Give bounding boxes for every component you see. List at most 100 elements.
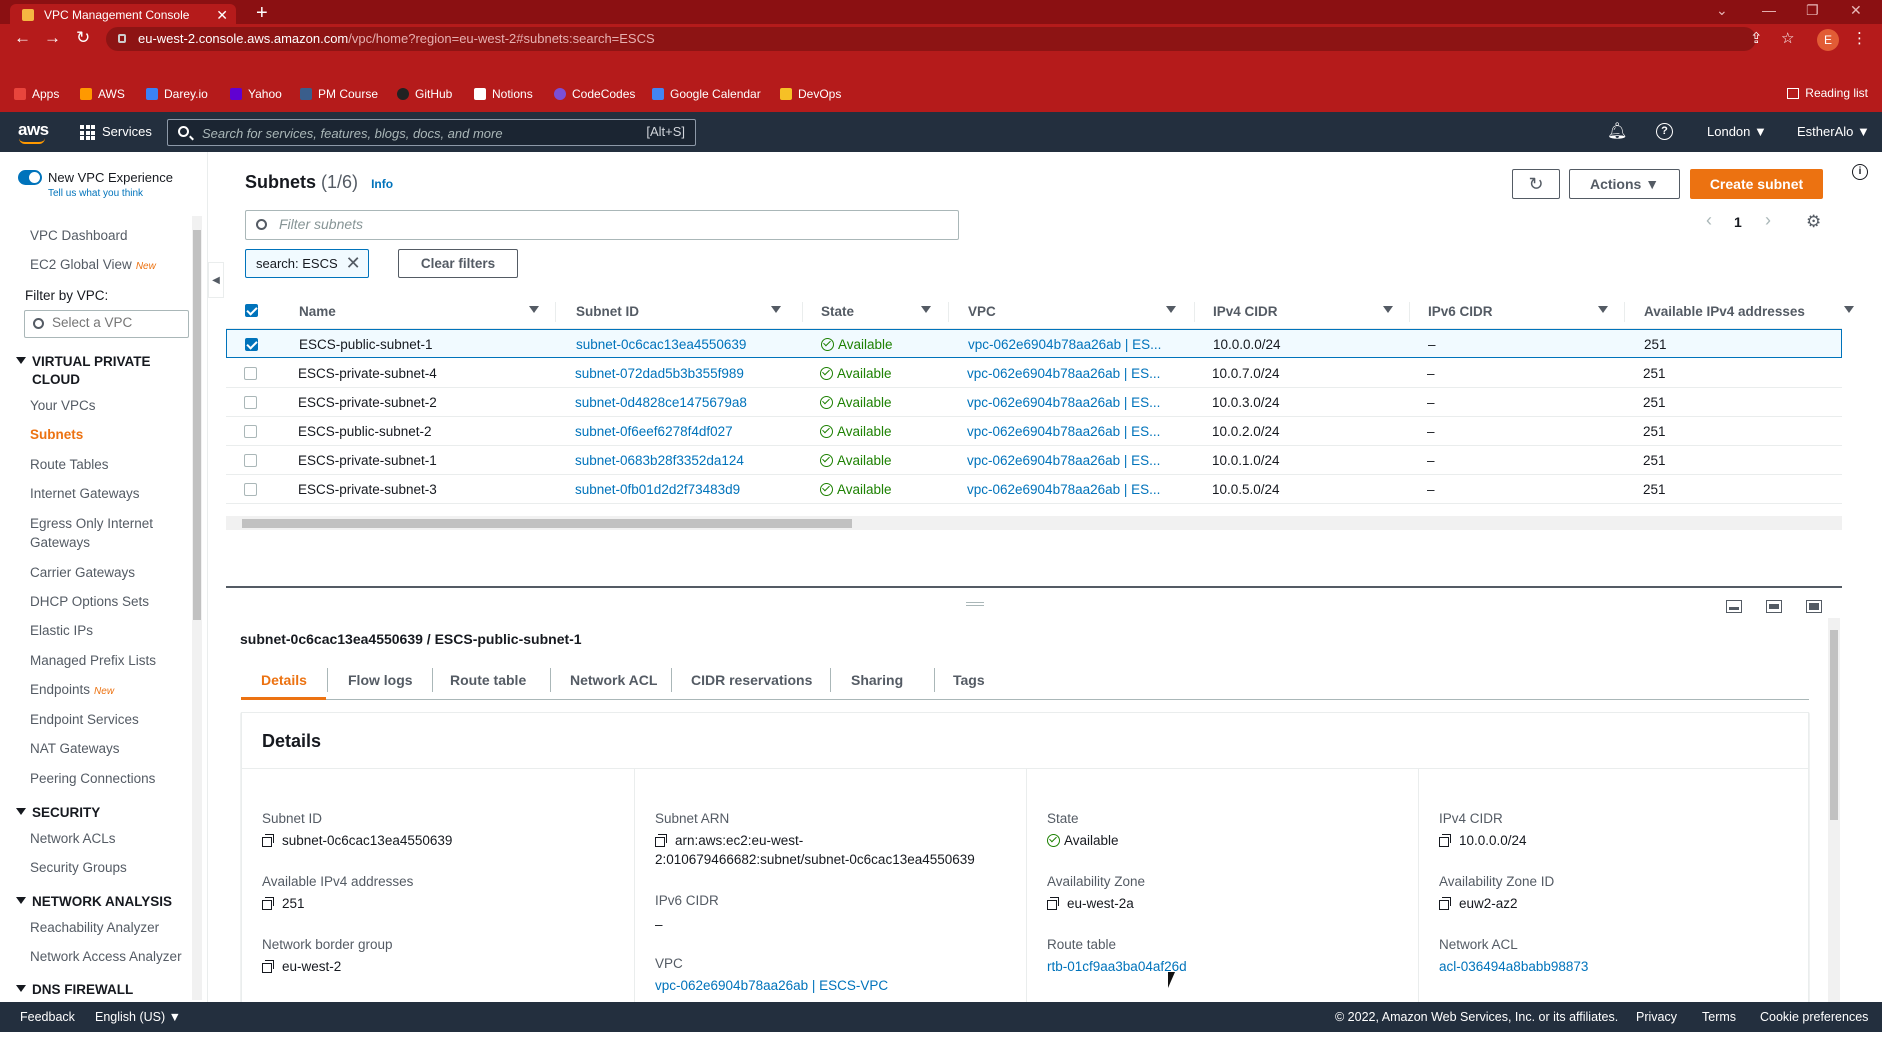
info-link[interactable]: Info [371,177,393,191]
info-panel-icon[interactable]: i [1852,164,1868,180]
feedback-link[interactable]: Tell us what you think [48,188,143,199]
section-virtual-private-cloud[interactable]: VIRTUAL PRIVATE [16,354,151,369]
feedback-link[interactable]: Feedback [20,1010,75,1024]
tab-sharing[interactable]: Sharing [851,672,903,688]
tab-tags[interactable]: Tags [953,672,985,688]
cell-vpc[interactable]: vpc-062e6904b78aa26ab | ES... [967,453,1160,468]
sidebar-item-route-tables[interactable]: Route Tables [30,457,109,472]
profile-avatar[interactable]: E [1817,29,1839,51]
refresh-button[interactable]: ↻ [1512,169,1560,199]
split-panel-scrollbar[interactable] [1828,618,1840,1002]
col-state[interactable]: State [821,304,931,319]
bookmark-yahoo[interactable]: Yahoo [230,86,282,102]
bookmark-aws[interactable]: AWS [80,86,125,102]
bookmark-google-calendar[interactable]: Google Calendar [652,86,761,102]
table-row[interactable]: ESCS-private-subnet-1 subnet-0683b28f335… [226,446,1842,475]
row-checkbox[interactable] [244,425,257,438]
col-subnet-id[interactable]: Subnet ID [576,304,781,319]
scrollbar-thumb[interactable] [193,230,201,620]
sidebar-item-security-groups[interactable]: Security Groups [30,860,127,875]
language-selector[interactable]: English (US) ▼ [95,1010,181,1024]
bookmark-github[interactable]: GitHub [397,86,452,102]
col-vpc[interactable]: VPC [968,304,1176,319]
route-table-link[interactable]: rtb-01cf9aa3ba04af26d [1047,957,1187,976]
tab-flow-logs[interactable]: Flow logs [348,672,413,688]
prev-page-icon[interactable]: ‹ [1706,210,1712,231]
bookmark-codecodes[interactable]: CodeCodes [554,86,635,102]
cell-vpc[interactable]: vpc-062e6904b78aa26ab | ES... [968,337,1161,352]
section-security[interactable]: SECURITY [16,805,100,820]
sidebar-item-vpc-dashboard[interactable]: VPC Dashboard [30,228,128,243]
column-divider[interactable] [948,302,949,322]
aws-search[interactable]: [Alt+S] [167,119,696,146]
sidebar-item-egress-only-internet-gateways[interactable]: Egress Only Internet [30,516,153,531]
row-checkbox[interactable] [244,454,257,467]
bookmark-pm-course[interactable]: PM Course [300,86,378,102]
restore-icon[interactable]: ❐ [1806,2,1819,19]
collapse-sidebar-button[interactable]: ◀ [208,262,224,298]
cell-subnet-id[interactable]: subnet-0c6cac13ea4550639 [576,337,746,352]
remove-filter-icon[interactable]: ✕ [346,250,361,277]
bookmark-apps[interactable]: Apps [14,86,59,102]
vpc-filter-select[interactable] [24,310,189,338]
page-number[interactable]: 1 [1734,214,1742,230]
forward-icon[interactable]: → [44,28,61,48]
cell-subnet-id[interactable]: subnet-0fb01d2d2f73483d9 [575,482,740,497]
sidebar-item-endpoint-services[interactable]: Endpoint Services [30,712,139,727]
minimize-icon[interactable]: — [1762,2,1776,18]
cell-subnet-id[interactable]: subnet-0683b28f3352da124 [575,453,744,468]
resize-handle-icon[interactable] [966,602,984,606]
col-ipv6-cidr[interactable]: IPv6 CIDR [1428,304,1608,319]
share-icon[interactable]: ⇪ [1750,29,1763,47]
url-field[interactable]: eu-west-2.console.aws.amazon.com/vpc/hom… [106,27,1756,51]
scrollbar-thumb[interactable] [242,519,852,528]
cell-vpc[interactable]: vpc-062e6904b78aa26ab | ES... [967,424,1160,439]
copy-icon[interactable] [1439,834,1451,847]
bookmark-notions[interactable]: Notions [474,86,533,102]
cell-vpc[interactable]: vpc-062e6904b78aa26ab | ES... [967,395,1160,410]
aws-search-input[interactable] [202,123,602,143]
bookmark-devops[interactable]: DevOps [780,86,841,102]
sidebar-item-reachability-analyzer[interactable]: Reachability Analyzer [30,920,159,935]
sidebar-item-managed-prefix-lists[interactable]: Managed Prefix Lists [30,653,156,668]
sidebar-item-carrier-gateways[interactable]: Carrier Gateways [30,565,135,580]
bell-icon[interactable]: 🔔︎ [1607,121,1627,141]
panel-middle-icon[interactable] [1766,600,1782,613]
copy-icon[interactable] [262,960,274,973]
network-acl-link[interactable]: acl-036494a8babb98873 [1439,957,1588,976]
table-row[interactable]: ESCS-private-subnet-4 subnet-072dad5b3b3… [226,359,1842,388]
table-row[interactable]: ESCS-public-subnet-2 subnet-0f6eef6278f4… [226,417,1842,446]
help-icon[interactable]: ? [1656,123,1673,140]
filter-subnets[interactable] [245,210,959,240]
aws-logo[interactable]: aws [18,120,49,144]
column-divider[interactable] [1624,302,1625,322]
settings-gear-icon[interactable]: ⚙ [1806,212,1821,232]
next-page-icon[interactable]: › [1765,210,1771,231]
actions-button[interactable]: Actions ▼ [1569,169,1680,199]
sidebar-item-subnets[interactable]: Subnets [30,427,83,442]
table-row[interactable]: ESCS-private-subnet-2 subnet-0d4828ce147… [226,388,1842,417]
filter-subnets-input[interactable] [279,216,879,232]
cell-subnet-id[interactable]: subnet-072dad5b3b355f989 [575,366,744,381]
reload-icon[interactable]: ↻ [76,28,90,48]
terms-link[interactable]: Terms [1702,1010,1736,1024]
copy-icon[interactable] [262,897,274,910]
cell-vpc[interactable]: vpc-062e6904b78aa26ab | ES... [967,366,1160,381]
copy-icon[interactable] [262,834,274,847]
col-available-ipv4[interactable]: Available IPv4 addresses [1644,304,1854,319]
section-network-analysis[interactable]: NETWORK ANALYSIS [16,894,172,909]
row-checkbox[interactable] [244,367,257,380]
column-divider[interactable] [1194,302,1195,322]
tab-details[interactable]: Details [261,672,307,688]
reading-list[interactable]: Reading list [1787,86,1868,100]
sidebar-item-internet-gateways[interactable]: Internet Gateways [30,486,140,501]
sidebar-item-endpoints[interactable]: Endpoints New [30,682,114,697]
sidebar-item-nat-gateways[interactable]: NAT Gateways [30,741,120,756]
cookie-preferences-link[interactable]: Cookie preferences [1760,1010,1868,1024]
menu-kebab-icon[interactable]: ⋮ [1852,29,1867,47]
cell-subnet-id[interactable]: subnet-0f6eef6278f4df027 [575,424,733,439]
column-divider[interactable] [802,302,803,322]
column-divider[interactable] [1409,302,1410,322]
row-checkbox[interactable] [244,483,257,496]
new-vpc-toggle[interactable] [18,170,42,185]
